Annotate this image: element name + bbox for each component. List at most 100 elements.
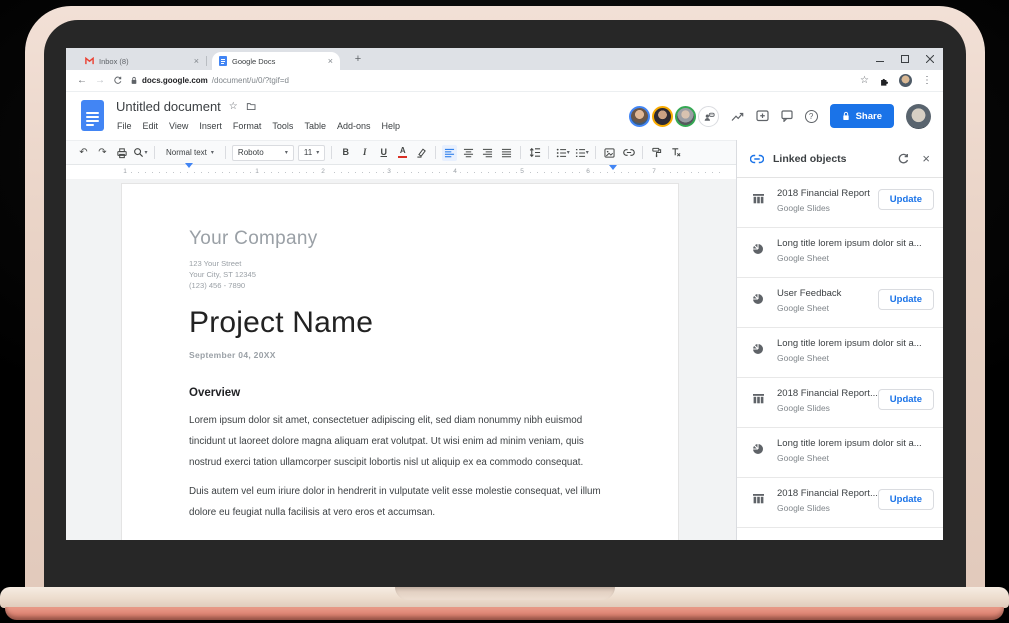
close-tab-icon[interactable]: ×: [194, 56, 199, 66]
menu-insert[interactable]: Insert: [199, 121, 222, 131]
align-justify-icon[interactable]: [499, 145, 514, 161]
font-size-select[interactable]: 11▾: [298, 145, 325, 161]
company-address: 123 Your Street Your City, ST 12345 (123…: [189, 258, 611, 291]
ruler-number: 2: [318, 168, 328, 175]
document-page[interactable]: Your Company 123 Your Street Your City, …: [121, 183, 679, 540]
linked-object-source: Google Sheet: [777, 253, 935, 263]
section-heading: Overview: [189, 387, 611, 399]
linked-object-row[interactable]: Long title lorem ipsum dolor sit a... Go…: [737, 328, 943, 378]
font-select[interactable]: Roboto▾: [232, 145, 294, 161]
insert-image-icon[interactable]: [602, 145, 617, 161]
docs-icon: [219, 56, 227, 66]
activity-trend-icon[interactable]: [731, 111, 744, 122]
zoom-icon[interactable]: ▾: [133, 145, 148, 161]
linked-object-row[interactable]: User Feedback Google Sheet Update: [737, 278, 943, 328]
browser-profile-avatar[interactable]: [899, 74, 912, 87]
menu-addons[interactable]: Add-ons: [337, 121, 371, 131]
redo-icon[interactable]: ↷: [95, 145, 110, 161]
link-icon: [750, 154, 764, 164]
menu-edit[interactable]: Edit: [143, 121, 159, 131]
forward-icon[interactable]: →: [95, 75, 105, 86]
ruler-number: 4: [450, 168, 460, 175]
align-left-icon[interactable]: [442, 145, 457, 161]
underline-icon[interactable]: U: [376, 145, 391, 161]
share-lock-icon: [842, 111, 850, 121]
insert-link-icon[interactable]: [621, 145, 636, 161]
collaborator-avatar[interactable]: [629, 106, 650, 127]
menu-tools[interactable]: Tools: [272, 121, 293, 131]
paragraph-style-select[interactable]: Normal text▾: [161, 145, 219, 161]
menu-help[interactable]: Help: [381, 121, 400, 131]
share-button[interactable]: Share: [830, 104, 894, 128]
bold-icon[interactable]: B: [338, 145, 353, 161]
tab-inbox[interactable]: Inbox (8) ×: [78, 52, 206, 70]
bookmark-star-icon[interactable]: ☆: [860, 75, 869, 86]
anonymous-viewers-icon[interactable]: [698, 106, 719, 127]
print-icon[interactable]: [114, 145, 129, 161]
close-tab-icon[interactable]: ×: [328, 56, 333, 66]
ruler-number: 1: [252, 168, 262, 175]
laptop-base-edge: [5, 607, 1004, 620]
menu-table[interactable]: Table: [304, 121, 326, 131]
menu-format[interactable]: Format: [233, 121, 262, 131]
linked-object-row[interactable]: Long title lorem ipsum dolor sit a... Go…: [737, 228, 943, 278]
linked-object-row[interactable]: 2018 Financial Report... Google Slides U…: [737, 478, 943, 528]
line-spacing-icon[interactable]: [527, 145, 542, 161]
numbered-list-icon[interactable]: ▾: [574, 145, 589, 161]
browser-menu-icon[interactable]: ⋮: [922, 75, 932, 86]
help-icon[interactable]: ?: [805, 110, 818, 123]
highlight-color-icon[interactable]: [414, 145, 429, 161]
linked-object-title: 2018 Financial Report: [777, 188, 881, 199]
minimize-icon[interactable]: [876, 55, 884, 63]
update-button[interactable]: Update: [878, 489, 934, 510]
back-icon[interactable]: ←: [77, 75, 87, 86]
menu-bar: File Edit View Insert Format Tools Table…: [117, 121, 400, 131]
url-bar: ← → docs.google.com/document/u/0/?tgif=d…: [66, 70, 943, 92]
menu-view[interactable]: View: [169, 121, 188, 131]
open-comment-history-icon[interactable]: [756, 110, 769, 122]
close-panel-icon[interactable]: ×: [922, 152, 930, 165]
body-paragraph: Duis autem vel eum iriure dolor in hendr…: [189, 481, 611, 523]
pie-chart-icon: [752, 243, 764, 255]
update-button[interactable]: Update: [878, 389, 934, 410]
reload-icon[interactable]: [113, 76, 122, 85]
star-document-icon[interactable]: ☆: [229, 101, 238, 112]
clear-formatting-icon[interactable]: [668, 145, 683, 161]
chevron-down-icon: ▾: [211, 149, 214, 156]
collaborator-avatar[interactable]: [652, 106, 673, 127]
tab-google-docs[interactable]: Google Docs ×: [212, 52, 340, 70]
align-right-icon[interactable]: [480, 145, 495, 161]
google-docs-logo[interactable]: [81, 100, 104, 131]
align-center-icon[interactable]: [461, 145, 476, 161]
collaborator-avatar[interactable]: [675, 106, 696, 127]
update-button[interactable]: Update: [878, 289, 934, 310]
paint-format-icon[interactable]: [649, 145, 664, 161]
update-button[interactable]: Update: [878, 189, 934, 210]
document-title[interactable]: Untitled document: [116, 99, 221, 114]
account-avatar[interactable]: [906, 104, 931, 129]
bar-chart-icon: [752, 493, 765, 505]
text-color-icon[interactable]: A: [395, 145, 410, 161]
comment-icon[interactable]: [781, 110, 793, 122]
maximize-icon[interactable]: [901, 55, 909, 63]
address-field[interactable]: docs.google.com/document/u/0/?tgif=d: [130, 76, 289, 85]
linked-object-row[interactable]: 2018 Financial Report... Google Slides U…: [737, 378, 943, 428]
linked-object-row[interactable]: Long title lorem ipsum dolor sit a... Go…: [737, 428, 943, 478]
ruler-number: 1: [120, 168, 130, 175]
menu-file[interactable]: File: [117, 121, 132, 131]
extensions-puzzle-icon[interactable]: [879, 76, 889, 86]
linked-objects-panel: Linked objects × 2018 Financial Report G…: [736, 140, 943, 540]
italic-icon[interactable]: I: [357, 145, 372, 161]
close-window-icon[interactable]: [926, 55, 934, 63]
linked-object-title: User Feedback: [777, 288, 881, 299]
new-tab-button[interactable]: +: [350, 51, 366, 67]
ruler[interactable]: 1 1 2 3 4 5 6 7: [66, 166, 736, 178]
linked-object-title: Long title lorem ipsum dolor sit a...: [777, 438, 935, 449]
linked-object-row[interactable]: 2018 Financial Report Google Slides Upda…: [737, 178, 943, 228]
move-folder-icon[interactable]: [246, 102, 256, 111]
refresh-icon[interactable]: [897, 153, 909, 165]
undo-icon[interactable]: ↶: [76, 145, 91, 161]
collaborator-avatars: [629, 106, 719, 127]
bulleted-list-icon[interactable]: ▾: [555, 145, 570, 161]
linked-object-source: Google Sheet: [777, 453, 935, 463]
